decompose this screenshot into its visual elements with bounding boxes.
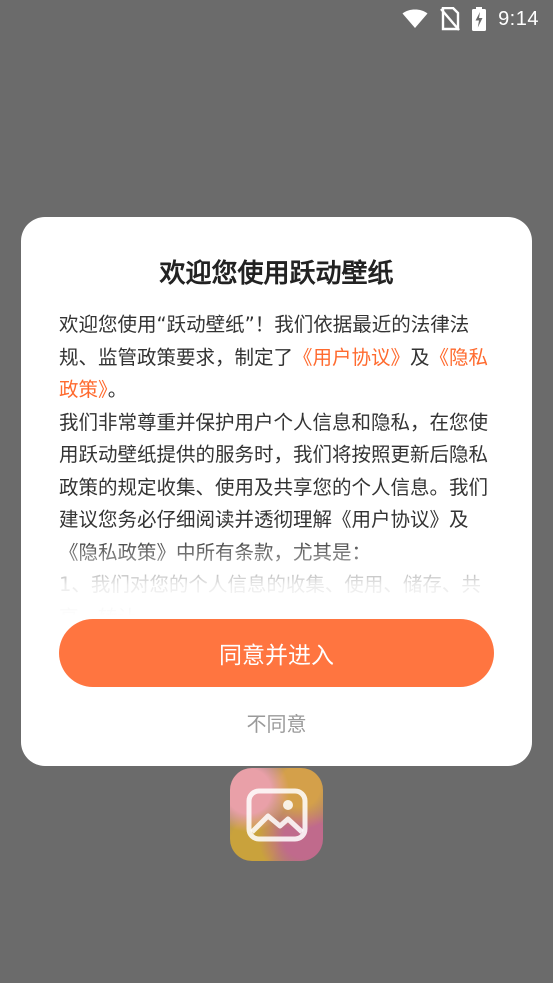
battery-charging-icon [472,7,487,31]
user-agreement-link[interactable]: 《用户协议》 [293,346,410,369]
privacy-dialog: 欢迎您使用跃动壁纸 欢迎您使用“跃动壁纸”！我们依据最近的法律法规、监管政策要求… [21,217,532,766]
wifi-icon [402,9,428,29]
app-icon[interactable] [230,768,323,861]
status-bar: 9:14 [0,0,553,38]
status-time: 9:14 [498,7,539,30]
and-text: 及 [410,345,430,369]
dialog-title: 欢迎您使用跃动壁纸 [159,259,394,289]
disagree-button[interactable]: 不同意 [21,705,532,739]
intro-end: 。 [107,378,128,401]
no-sim-icon [440,7,460,31]
image-icon [246,788,308,842]
terms-item-1: 1、我们对您的个人信息的收集、使用、储存、共享、转让 [59,573,481,615]
agree-button[interactable]: 同意并进入 [59,619,494,687]
intro-paragraph: 欢迎您使用“跃动壁纸”！我们依据最近的法律法规、监管政策要求，制定了《用户协议》… [59,309,495,407]
dialog-body[interactable]: 欢迎您使用“跃动壁纸”！我们依据最近的法律法规、监管政策要求，制定了《用户协议》… [59,309,495,615]
privacy-paragraph: 我们非常尊重并保护用户个人信息和隐私，在您使用跃动壁纸提供的服务时，我们将按照更… [59,410,489,564]
